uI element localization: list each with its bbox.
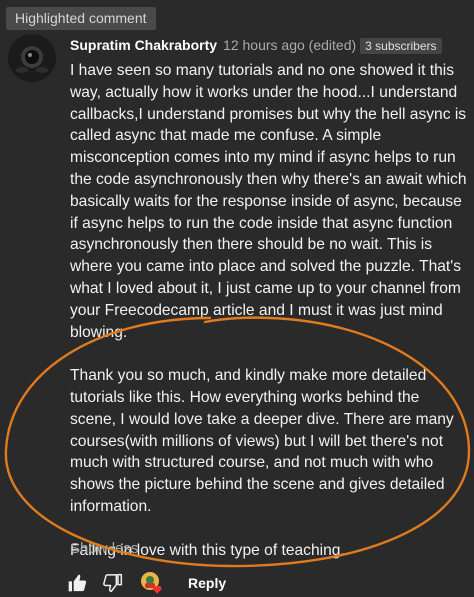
comment-body: I have seen so many tutorials and no one… xyxy=(70,60,468,561)
comment-paragraph-1: I have seen so many tutorials and no one… xyxy=(70,62,467,341)
highlighted-comment-badge: Highlighted comment xyxy=(6,7,156,30)
thumb-down-icon[interactable] xyxy=(102,572,124,594)
avatar[interactable] xyxy=(8,34,56,82)
comment-action-bar: Reply xyxy=(66,570,226,596)
thumb-up-icon[interactable] xyxy=(66,572,88,594)
reply-button[interactable]: Reply xyxy=(188,575,226,591)
comment-time[interactable]: 12 hours ago (edited) xyxy=(223,37,356,54)
comment-paragraph-2: Thank you so much, and kindly make more … xyxy=(70,367,454,515)
show-less-button[interactable]: Show less xyxy=(70,540,138,558)
comment-screenshot: Highlighted comment Supratim Chakraborty… xyxy=(0,0,474,597)
comment-header: Supratim Chakraborty 12 hours ago (edite… xyxy=(70,37,468,54)
creator-heart-icon[interactable] xyxy=(140,571,164,595)
avatar-image xyxy=(8,34,56,82)
subscriber-count-badge: 3 subscribers xyxy=(360,37,442,54)
author-name[interactable]: Supratim Chakraborty xyxy=(70,37,217,54)
